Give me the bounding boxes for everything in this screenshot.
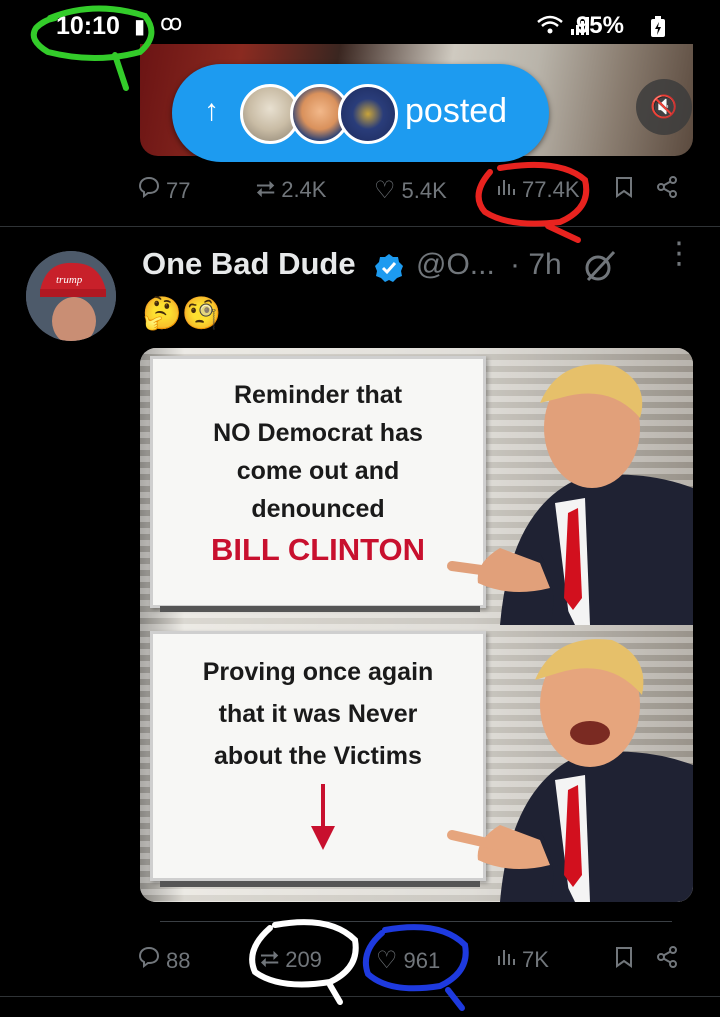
poster-avatar [338,84,398,144]
meme-panel-top: Reminder that NO Democrat has come out a… [140,348,693,625]
like-count: 961 [403,947,441,973]
repost-button[interactable]: ⮂ 2.4K [256,176,326,204]
author-display-name[interactable]: One Bad Dude [142,246,356,282]
like-button[interactable]: ♡ 5.4K [374,176,447,205]
heart-icon: ♡ [374,177,396,204]
tweet-divider [0,996,720,997]
tweet-text: 🤔🧐 [142,295,222,331]
meme-board-bottom: Proving once again that it was Never abo… [150,631,486,881]
muted-speaker-icon: 🔇 [650,94,678,119]
author-avatar[interactable]: trump [26,251,116,341]
more-options-button[interactable]: ⋮ [664,239,694,288]
man-figure [447,639,693,902]
wifi-icon [536,14,564,42]
meme-line: NO Democrat has [213,419,423,447]
grok-icon[interactable] [582,248,618,292]
reply-icon [138,946,160,975]
notification-icon: ▮ [134,16,146,38]
meme-line: denounced [251,495,385,523]
share-icon [656,176,678,205]
reply-count: 77 [166,177,191,203]
mute-button[interactable]: 🔇 [636,79,692,135]
tweet-divider [0,226,720,227]
bookmark-icon [614,176,634,205]
repost-count: 2.4K [281,177,327,202]
share-button[interactable] [656,946,684,975]
meme-line: about the Victims [214,742,422,770]
voicemail-icon: ꝏ [160,10,183,35]
battery-percent: 95% [575,12,624,39]
repost-icon: ⮂ [260,946,280,973]
meme-panel-bottom: Proving once again that it was Never abo… [140,625,693,902]
previous-tweet-actions: 77 ⮂ 2.4K ♡ 5.4K 77.4K [0,166,720,216]
battery-icon [650,16,666,44]
verified-badge-icon [373,252,405,284]
repost-count: 209 [285,947,322,972]
heart-icon: ♡ [376,947,398,974]
more-vertical-icon: ⋮ [664,237,694,270]
views-button[interactable]: 7K [496,946,549,974]
views-button[interactable]: 77.4K [496,176,580,204]
meme-highlight: BILL CLINTON [210,532,426,567]
share-icon [656,946,678,975]
meme-line: Reminder that [233,381,403,409]
meme-line: that it was Never [218,700,418,728]
reply-button[interactable]: 88 [138,946,190,975]
bookmark-button[interactable] [614,176,640,205]
arrow-up-icon: ↑ [204,94,219,127]
svg-text:trump: trump [56,274,83,286]
bookmark-icon [614,946,634,975]
repost-icon: ⮂ [256,176,276,203]
meme-board-top: Reminder that NO Democrat has come out a… [150,356,486,608]
new-posts-pill[interactable]: ↑ posted [172,64,549,162]
author-handle[interactable]: @O... [416,248,495,282]
reply-count: 88 [166,947,191,973]
down-arrow-icon [311,784,335,850]
tweet-media-image[interactable]: Reminder that NO Democrat has come out a… [140,348,693,902]
bookmark-button[interactable] [614,946,640,975]
reply-button[interactable]: 77 [138,176,190,205]
tweet-actions: 88 ⮂ 209 ♡ 961 7K [0,936,720,986]
views-count: 77.4K [522,177,580,202]
views-icon [496,946,516,974]
posted-label: posted [405,92,508,130]
meme-line: Proving once again [202,658,434,686]
views-icon [496,176,516,204]
meme-line: come out and [236,457,400,485]
tweet-time: · 7h [510,248,562,281]
repost-button[interactable]: ⮂ 209 [260,946,322,974]
media-divider [160,921,672,922]
like-count: 5.4K [401,177,447,203]
views-count: 7K [522,947,549,972]
like-button[interactable]: ♡ 961 [376,946,440,975]
status-time: 10:10 [56,12,120,40]
share-button[interactable] [656,176,684,205]
man-figure [447,364,693,625]
reply-icon [138,176,160,205]
